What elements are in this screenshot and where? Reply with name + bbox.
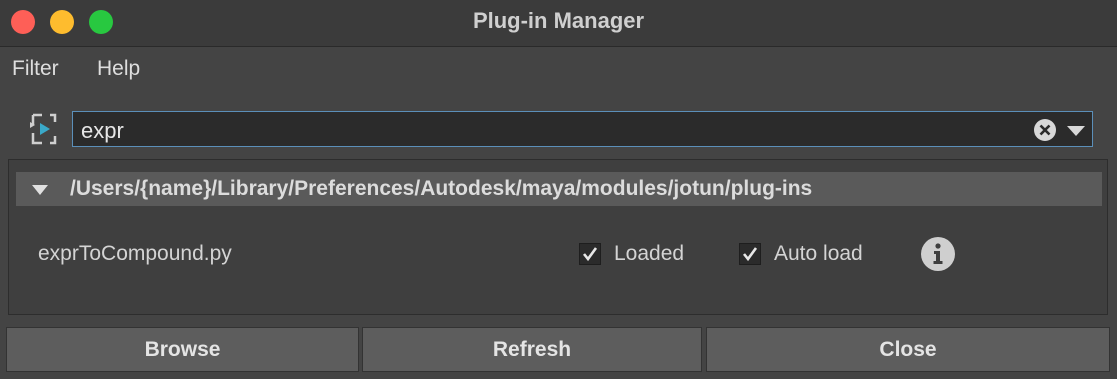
loaded-checkbox[interactable] — [579, 243, 601, 265]
search-history-dropdown-icon[interactable] — [1066, 124, 1086, 136]
search-input[interactable]: expr — [72, 111, 1093, 147]
browse-button[interactable]: Browse — [6, 327, 359, 372]
auto-load-label[interactable]: Auto load — [774, 242, 863, 266]
auto-load-checkbox[interactable] — [739, 243, 761, 265]
refresh-button[interactable]: Refresh — [362, 327, 702, 372]
menu-help[interactable]: Help — [97, 57, 140, 81]
title-bar: Plug-in Manager — [0, 0, 1117, 47]
menu-bar: Filter Help — [0, 47, 1117, 89]
clear-search-icon[interactable] — [1033, 118, 1057, 142]
close-button[interactable]: Close — [706, 327, 1110, 372]
plugin-name: exprToCompound.py — [38, 242, 232, 265]
info-icon[interactable] — [920, 236, 956, 272]
plugin-group-path: /Users/{name}/Library/Preferences/Autode… — [70, 177, 813, 200]
filter-toggle-icon[interactable] — [27, 110, 61, 148]
window-title: Plug-in Manager — [472, 8, 645, 33]
plugin-group-header[interactable]: /Users/{name}/Library/Preferences/Autode… — [16, 172, 1102, 206]
checkmark-icon — [742, 247, 758, 262]
loaded-label[interactable]: Loaded — [614, 242, 684, 266]
collapse-icon[interactable] — [32, 183, 48, 195]
search-value[interactable]: expr — [81, 118, 124, 144]
menu-filter[interactable]: Filter — [12, 57, 59, 81]
checkmark-icon — [582, 247, 598, 262]
